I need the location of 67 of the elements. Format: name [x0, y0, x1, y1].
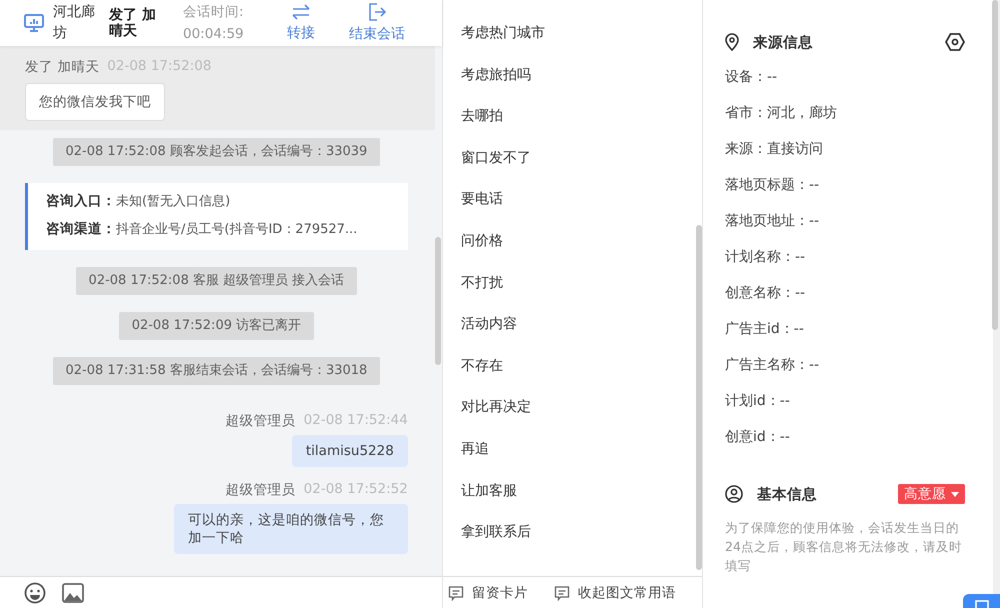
system-notice: 02-08 17:52:08 客服 超级管理员 接入会话 — [76, 267, 358, 295]
system-notice: 02-08 17:52:09 访客已离开 — [118, 312, 314, 340]
intent-dropdown[interactable]: 高意愿 — [898, 484, 965, 504]
message-icon — [554, 584, 570, 600]
info-label: 咨询渠道： — [46, 221, 116, 237]
info-field: 落地页地址：-- — [725, 210, 965, 246]
quick-reply-item[interactable]: 不存在 — [460, 354, 692, 396]
monitor-icon — [24, 14, 44, 32]
quick-reply-item[interactable]: 再追 — [460, 438, 692, 480]
duration-value: 00:04:59 — [183, 25, 245, 44]
sender-name: 超级管理员 — [226, 412, 296, 430]
system-notice: 02-08 17:31:58 客服结束会话，会话编号：33018 — [52, 357, 380, 385]
quick-reply-item[interactable]: 窗口发不了 — [460, 146, 692, 188]
quick-reply-item[interactable]: 让加客服 — [460, 480, 692, 522]
scrollbar[interactable] — [434, 237, 441, 365]
info-field: 创意id：-- — [725, 426, 965, 462]
quick-reply-item[interactable]: 去哪拍 — [460, 105, 692, 147]
quick-reply-item[interactable]: 考虑旅拍吗 — [460, 64, 692, 106]
quick-reply-item[interactable]: 问价格 — [460, 230, 692, 272]
duration-label: 会话时间: — [183, 3, 245, 22]
emoji-icon[interactable] — [24, 582, 46, 604]
user-icon — [725, 485, 743, 503]
transfer-button[interactable]: 转接 — [287, 4, 315, 42]
sender-name: 超级管理员 — [226, 481, 296, 499]
info-label: 咨询入口： — [46, 193, 116, 209]
message-time: 02-08 17:52:52 — [304, 481, 408, 499]
settings-icon[interactable] — [945, 33, 965, 51]
info-field: 设备：-- — [725, 66, 965, 102]
notice-text: 为了保障您的使用体验，会话发生当日的24点之后，顾客信息将无法修改，请及时填写 — [725, 519, 963, 575]
swap-arrows-icon — [291, 4, 311, 20]
info-field: 广告主名称：-- — [725, 354, 965, 390]
info-field: 落地页标题：-- — [725, 174, 965, 210]
image-icon[interactable] — [62, 582, 84, 602]
info-value: 抖音企业号/员工号(抖音号ID：279527... — [116, 222, 358, 237]
quick-reply-item[interactable]: 活动内容 — [460, 313, 692, 355]
exit-icon — [368, 3, 386, 21]
info-value: 未知(暂无入口信息) — [116, 194, 230, 209]
caret-icon — [951, 492, 959, 496]
chat-window-icon — [974, 600, 988, 608]
quick-reply-item[interactable]: 要电话 — [460, 188, 692, 230]
quick-reply-item[interactable]: 对比再决定 — [460, 396, 692, 438]
quick-reply-item[interactable]: 拿到联系后 — [460, 521, 692, 563]
visitor-location: 河北廊坊 — [53, 3, 95, 43]
system-notice: 02-08 17:52:08 顾客发起会话，会话编号：33039 — [52, 138, 380, 166]
message-time: 02-08 17:52:44 — [304, 412, 408, 430]
section-title: 基本信息 — [757, 486, 817, 504]
quick-reply-item[interactable]: 考虑热门城市 — [460, 22, 692, 64]
info-field: 创意名称：-- — [725, 282, 965, 318]
message-bubble: 可以的亲，这是咱的微信号，您加一下哈 — [174, 504, 408, 554]
section-title: 来源信息 — [753, 34, 813, 52]
scrollbar[interactable] — [992, 0, 998, 330]
info-field: 广告主id：-- — [725, 318, 965, 354]
lead-card-button[interactable]: 留资卡片 — [448, 584, 528, 602]
message-icon — [448, 584, 464, 600]
end-chat-button[interactable]: 结束会话 — [349, 3, 405, 43]
quick-reply-item[interactable]: 不打扰 — [460, 272, 692, 314]
info-field: 省市：河北，廊坊 — [725, 102, 965, 138]
sender-name: 发了 加晴天 — [25, 58, 100, 76]
location-pin-icon — [725, 33, 739, 51]
collapse-phrases-button[interactable]: 收起图文常用语 — [554, 584, 676, 602]
message-bubble: 您的微信发我下吧 — [25, 83, 165, 121]
scrollbar[interactable] — [696, 225, 702, 570]
info-field: 计划名称：-- — [725, 246, 965, 282]
message-bubble: tilamisu5228 — [292, 435, 408, 467]
visitor-name: 发了 加晴天 — [109, 7, 157, 39]
info-field: 计划id：-- — [725, 390, 965, 426]
info-field: 来源：直接访问 — [725, 138, 965, 174]
